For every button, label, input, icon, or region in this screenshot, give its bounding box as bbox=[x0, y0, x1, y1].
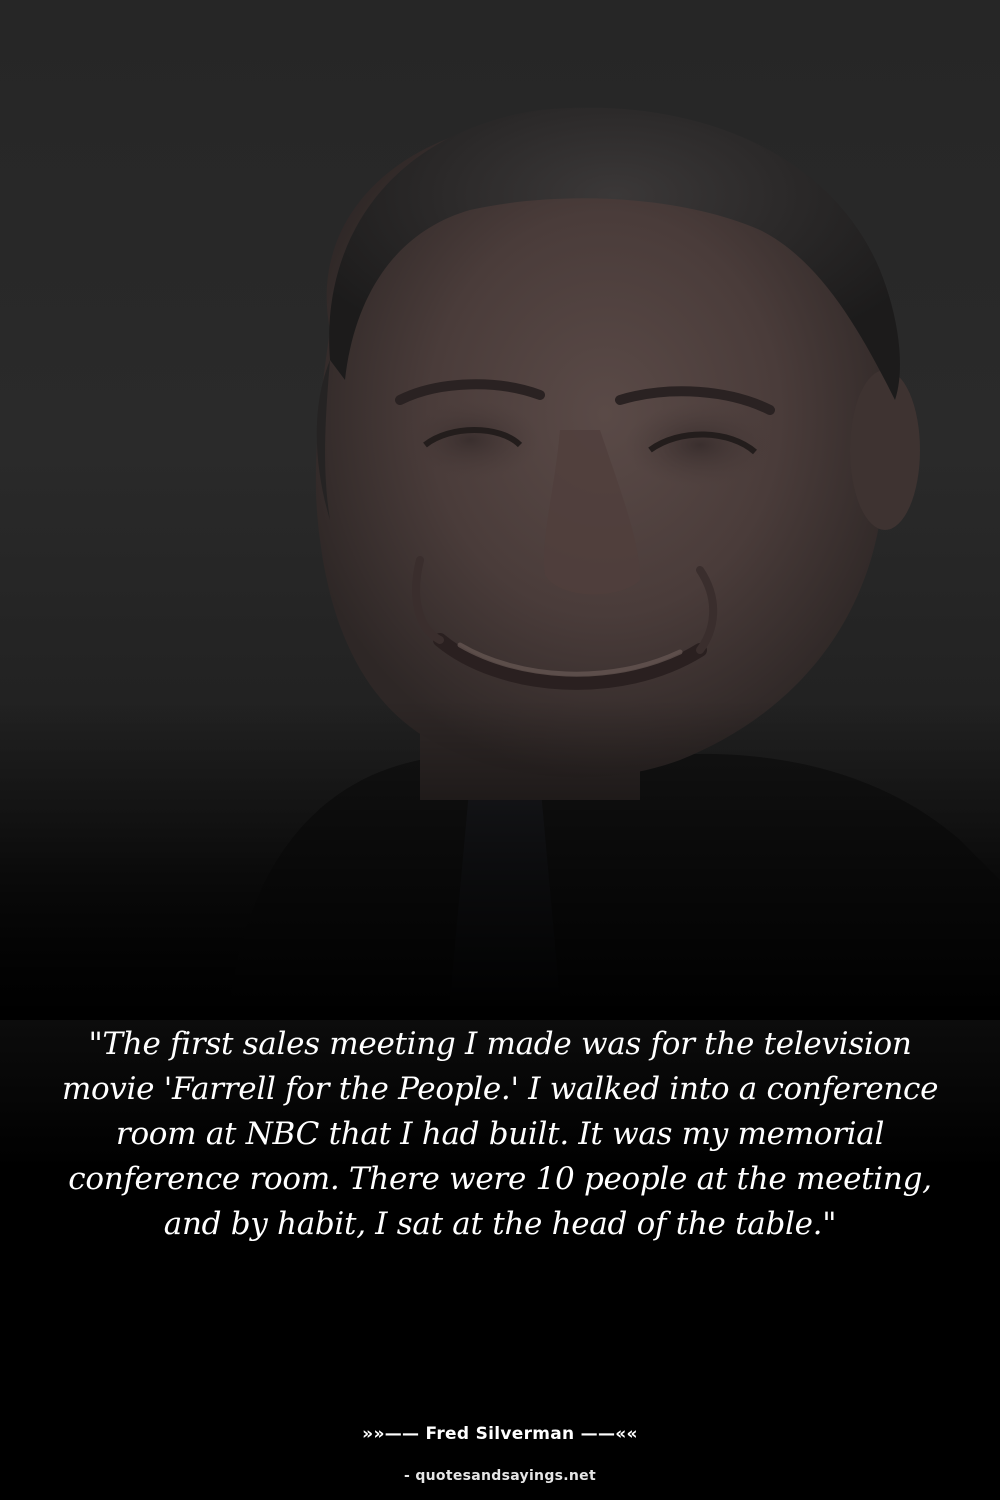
quote-author: »»—— Fred Silverman ——«« bbox=[362, 1424, 638, 1444]
quote-card: "The first sales meeting I made was for … bbox=[0, 0, 1000, 1500]
quote-text: "The first sales meeting I made was for … bbox=[61, 1026, 939, 1242]
photo-fade-overlay bbox=[0, 700, 1000, 1020]
quote-source: - quotesandsayings.net bbox=[404, 1468, 596, 1484]
